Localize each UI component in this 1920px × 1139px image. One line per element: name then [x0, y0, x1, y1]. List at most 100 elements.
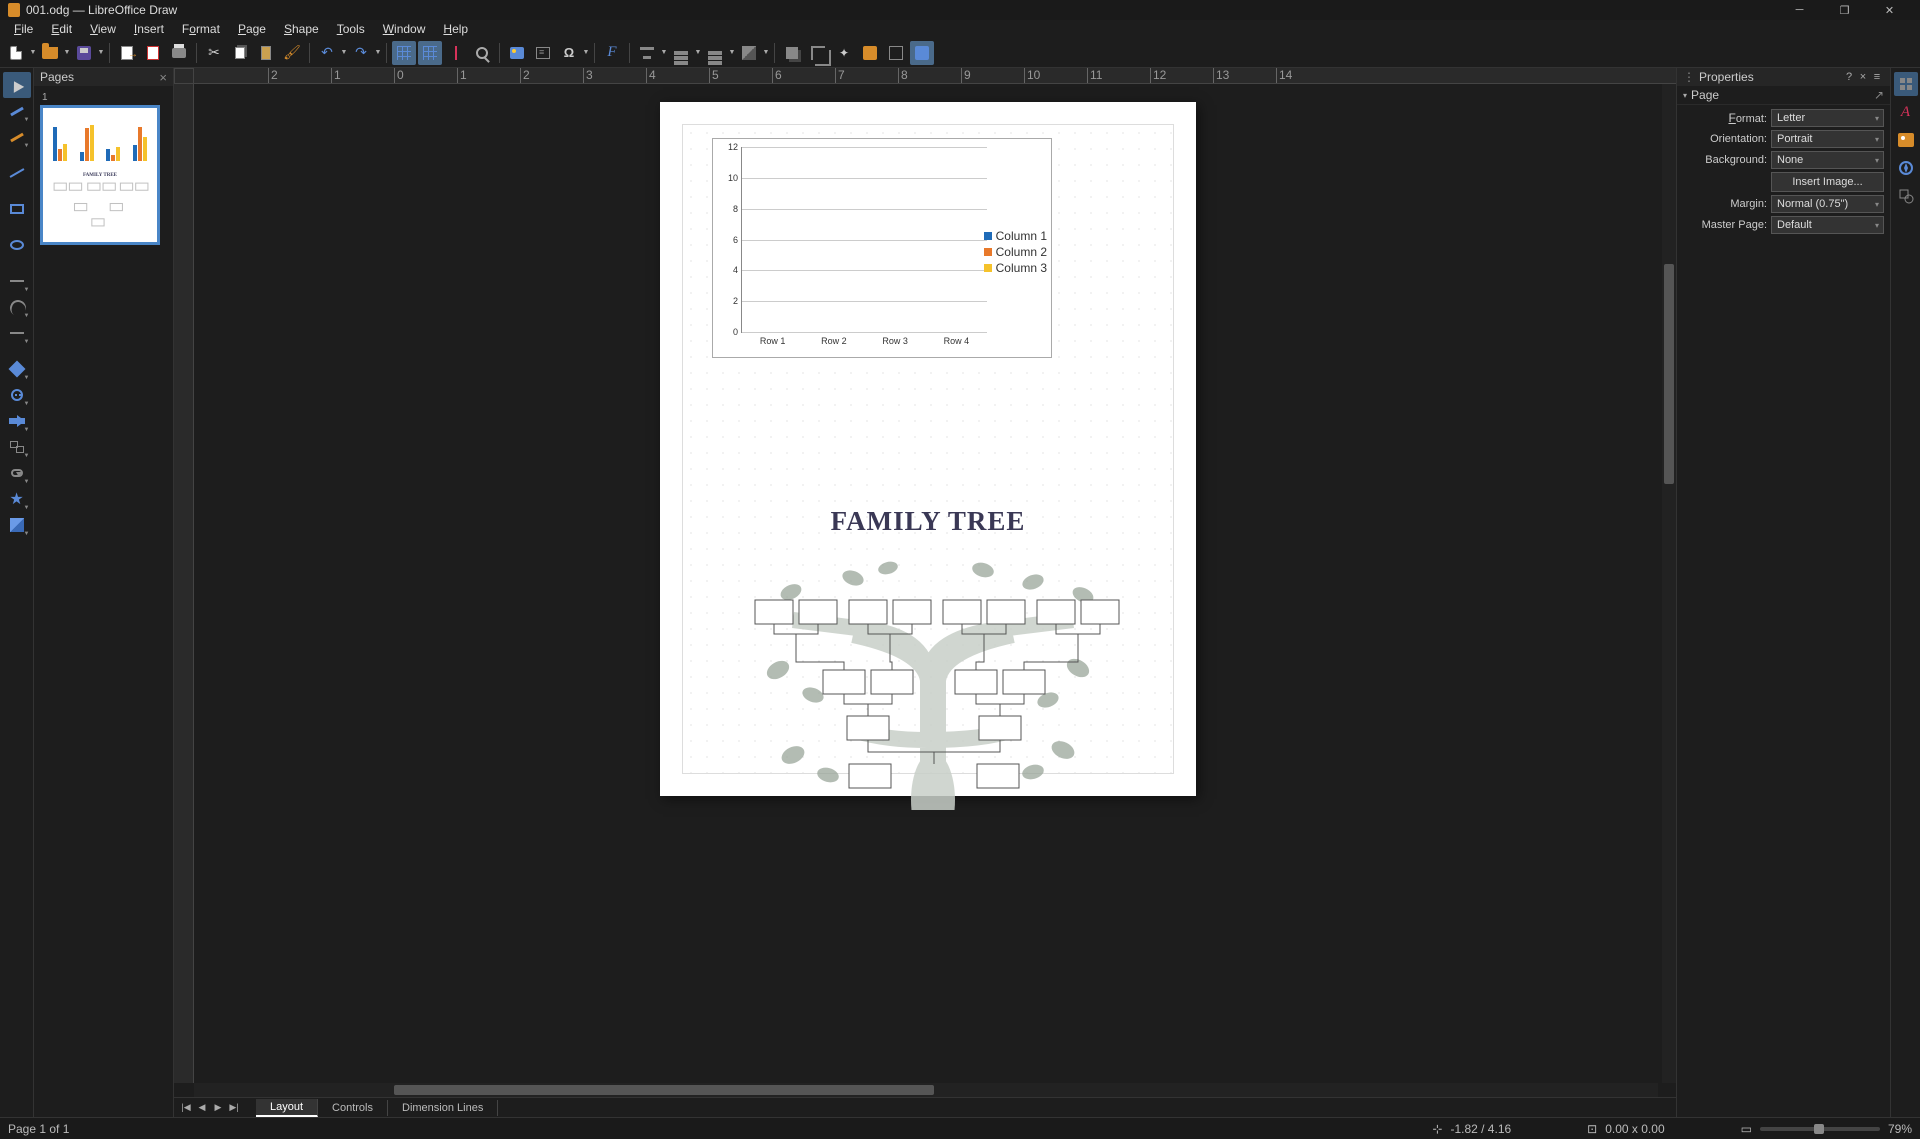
arrange-dropdown[interactable]: ▼	[695, 41, 701, 65]
line-color-tool[interactable]: ▼	[3, 98, 31, 124]
properties-tab-icon[interactable]	[1894, 72, 1918, 96]
menu-format[interactable]: Format	[174, 21, 228, 37]
flowchart-tool[interactable]: ▼	[3, 434, 31, 460]
status-zoom[interactable]: 79%	[1888, 1122, 1912, 1136]
properties-help-icon[interactable]: ?	[1842, 71, 1856, 83]
block-arrows-tool[interactable]: ▼	[3, 408, 31, 434]
rectangle-tool[interactable]	[3, 196, 31, 222]
layer-tab-controls[interactable]: Controls	[318, 1100, 388, 1116]
select-tool[interactable]	[3, 72, 31, 98]
page-1[interactable]: 024681012Row 1Row 2Row 3Row 4 Column 1Co…	[660, 102, 1196, 796]
insert-image-button[interactable]	[505, 41, 529, 65]
horizontal-scrollbar[interactable]	[194, 1083, 1658, 1097]
new-button[interactable]	[4, 41, 28, 65]
close-button[interactable]: ✕	[1867, 0, 1912, 20]
gluepoints-button[interactable]	[858, 41, 882, 65]
cut-button[interactable]: ✂	[202, 41, 226, 65]
display-grid-button[interactable]	[392, 41, 416, 65]
background-select[interactable]: None	[1771, 151, 1884, 169]
document-viewport[interactable]: 024681012Row 1Row 2Row 3Row 4 Column 1Co…	[194, 84, 1662, 1083]
undo-button[interactable]: ↶	[315, 41, 339, 65]
callouts-tool[interactable]: ▼	[3, 460, 31, 486]
export-pdf-button[interactable]	[141, 41, 165, 65]
vertical-scrollbar[interactable]	[1662, 84, 1676, 1083]
align-dropdown[interactable]: ▼	[661, 41, 667, 65]
menu-view[interactable]: View	[82, 21, 124, 37]
toggle-extrusion-button[interactable]	[884, 41, 908, 65]
snap-to-grid-button[interactable]	[418, 41, 442, 65]
undo-dropdown[interactable]: ▼	[341, 41, 347, 65]
page-section-header[interactable]: Page ↗	[1677, 86, 1890, 105]
open-button[interactable]	[38, 41, 62, 65]
paste-button[interactable]	[254, 41, 278, 65]
line-tool[interactable]	[3, 160, 31, 186]
lines-arrows-tool[interactable]: ▼	[3, 268, 31, 294]
filter-button[interactable]: ✦	[832, 41, 856, 65]
new-dropdown[interactable]: ▼	[30, 41, 36, 65]
family-tree-diagram[interactable]	[730, 540, 1136, 810]
minimize-button[interactable]: ─	[1777, 0, 1822, 20]
tab-nav-1[interactable]: ◀	[194, 1100, 210, 1116]
layer-tab-layout[interactable]: Layout	[256, 1099, 318, 1117]
tab-nav-0[interactable]: |◀	[178, 1100, 194, 1116]
shapes-tab-icon[interactable]	[1894, 184, 1918, 208]
redo-dropdown[interactable]: ▼	[375, 41, 381, 65]
navigator-tab-icon[interactable]	[1894, 156, 1918, 180]
helplines-button[interactable]	[444, 41, 468, 65]
special-char-button[interactable]: Ω	[557, 41, 581, 65]
3d-button[interactable]	[737, 41, 761, 65]
redo-button[interactable]: ↷	[349, 41, 373, 65]
menu-file[interactable]: File	[6, 21, 41, 37]
styles-tab-icon[interactable]: A	[1894, 100, 1918, 124]
zoom-slider[interactable]	[1760, 1127, 1880, 1131]
save-dropdown[interactable]: ▼	[98, 41, 104, 65]
copy-button[interactable]	[228, 41, 252, 65]
insert-textbox-button[interactable]	[531, 41, 555, 65]
menu-window[interactable]: Window	[375, 21, 434, 37]
symbol-shapes-tool[interactable]: ▼	[3, 382, 31, 408]
more-options-icon[interactable]: ↗	[1874, 88, 1884, 102]
3d-dropdown[interactable]: ▼	[763, 41, 769, 65]
page-thumbnail-1[interactable]: FAMILY TREE	[40, 105, 160, 245]
pages-panel-close-icon[interactable]: ×	[159, 70, 167, 85]
horizontal-ruler[interactable]: 2101234567891011121314	[194, 68, 1676, 84]
menu-page[interactable]: Page	[230, 21, 274, 37]
distribute-dropdown[interactable]: ▼	[729, 41, 735, 65]
tab-nav-3[interactable]: ▶|	[226, 1100, 242, 1116]
gallery-tab-icon[interactable]	[1894, 128, 1918, 152]
zoom-button[interactable]	[470, 41, 494, 65]
open-dropdown[interactable]: ▼	[64, 41, 70, 65]
clone-formatting-button[interactable]: 🖌	[280, 41, 304, 65]
fit-page-icon[interactable]: ▭	[1741, 1122, 1752, 1136]
save-button[interactable]	[72, 41, 96, 65]
family-tree-title[interactable]: FAMILY TREE	[660, 506, 1196, 537]
distribute-button[interactable]	[703, 41, 727, 65]
stars-tool[interactable]: ★▼	[3, 486, 31, 512]
export-button[interactable]	[115, 41, 139, 65]
arrange-button[interactable]	[669, 41, 693, 65]
tab-nav-2[interactable]: ▶	[210, 1100, 226, 1116]
fill-color-tool[interactable]: ▼	[3, 124, 31, 150]
insert-image-button-panel[interactable]: Insert Image...	[1771, 172, 1884, 192]
menu-help[interactable]: Help	[435, 21, 476, 37]
print-button[interactable]	[167, 41, 191, 65]
chart-object[interactable]: 024681012Row 1Row 2Row 3Row 4 Column 1Co…	[712, 138, 1052, 358]
vertical-ruler[interactable]	[174, 84, 194, 1083]
menu-insert[interactable]: Insert	[126, 21, 172, 37]
ellipse-tool[interactable]	[3, 232, 31, 258]
show-draw-functions-button[interactable]	[910, 41, 934, 65]
orientation-select[interactable]: Portrait	[1771, 130, 1884, 148]
shadow-button[interactable]	[780, 41, 804, 65]
3d-objects-tool[interactable]: ▼	[3, 512, 31, 538]
menu-tools[interactable]: Tools	[329, 21, 373, 37]
basic-shapes-tool[interactable]: ▼	[3, 356, 31, 382]
crop-button[interactable]	[806, 41, 830, 65]
connectors-tool[interactable]: ▼	[3, 320, 31, 346]
master-page-select[interactable]: Default	[1771, 216, 1884, 234]
menu-edit[interactable]: Edit	[43, 21, 80, 37]
properties-close-icon[interactable]: ×	[1856, 71, 1870, 83]
layer-tab-dimension-lines[interactable]: Dimension Lines	[388, 1100, 498, 1116]
curves-polygons-tool[interactable]: ▼	[3, 294, 31, 320]
maximize-button[interactable]: ❐	[1822, 0, 1867, 20]
special-char-dropdown[interactable]: ▼	[583, 41, 589, 65]
